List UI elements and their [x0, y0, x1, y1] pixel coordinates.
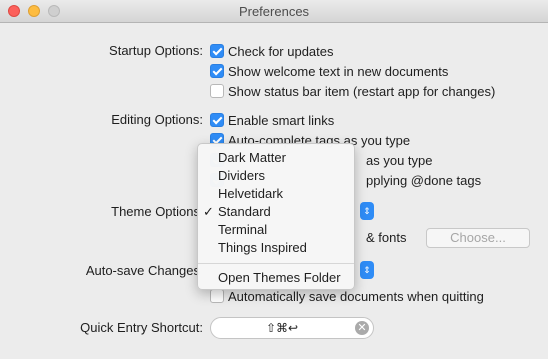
menu-item-dividers[interactable]: Dividers — [218, 167, 265, 185]
editing-option-4-label: pplying @done tags — [366, 172, 482, 188]
smart-links-checkbox[interactable] — [210, 113, 224, 127]
welcome-text-checkbox[interactable] — [210, 64, 224, 78]
menu-item-terminal[interactable]: Terminal — [218, 221, 267, 239]
theme-dropdown-menu: Dark Matter Dividers Helvetidark ✓ Stand… — [197, 143, 355, 290]
startup-options-label: Startup Options: — [109, 43, 203, 58]
status-bar-label: Show status bar item (restart app for ch… — [228, 83, 496, 99]
fonts-label: & fonts — [366, 230, 407, 245]
menu-item-open-themes-folder[interactable]: Open Themes Folder — [218, 269, 341, 287]
menu-item-standard[interactable]: Standard — [218, 203, 271, 221]
save-on-quit-label: Automatically save documents when quitti… — [228, 288, 484, 304]
theme-options-label: Theme Options — [111, 204, 200, 219]
choose-font-button[interactable]: Choose... — [426, 228, 530, 248]
title-bar: Preferences — [0, 0, 548, 23]
save-on-quit-checkbox[interactable] — [210, 289, 224, 303]
check-updates-label: Check for updates — [228, 43, 334, 59]
autosave-popup-arrows-icon[interactable]: ⇕ — [360, 261, 374, 279]
quick-entry-shortcut-field[interactable]: ⇧⌘↩ ✕ — [210, 317, 374, 339]
menu-item-things-inspired[interactable]: Things Inspired — [218, 239, 307, 257]
window-title: Preferences — [238, 4, 310, 19]
clear-shortcut-icon[interactable]: ✕ — [355, 321, 369, 335]
editing-options-label: Editing Options: — [111, 112, 203, 127]
status-bar-checkbox[interactable] — [210, 84, 224, 98]
menu-separator — [198, 263, 354, 264]
smart-links-label: Enable smart links — [228, 112, 335, 128]
smart-links-option[interactable]: Enable smart links — [210, 111, 334, 129]
menu-item-helvetidark[interactable]: Helvetidark — [218, 185, 283, 203]
check-updates-option[interactable]: Check for updates — [210, 42, 334, 60]
welcome-text-option[interactable]: Show welcome text in new documents — [210, 62, 448, 80]
preferences-window: Preferences Startup Options: Check for u… — [0, 0, 548, 359]
shortcut-keys: ⇧⌘↩ — [265, 321, 299, 335]
quick-entry-label: Quick Entry Shortcut: — [80, 320, 203, 335]
selected-check-icon: ✓ — [203, 204, 214, 219]
welcome-text-label: Show welcome text in new documents — [228, 63, 449, 79]
theme-popup-arrows-icon[interactable]: ⇕ — [360, 202, 374, 220]
autosave-label: Auto-save Changes — [85, 263, 200, 278]
menu-item-dark-matter[interactable]: Dark Matter — [218, 149, 286, 167]
status-bar-option[interactable]: Show status bar item (restart app for ch… — [210, 82, 495, 100]
editing-option-3-label: as you type — [366, 152, 433, 168]
check-updates-checkbox[interactable] — [210, 44, 224, 58]
